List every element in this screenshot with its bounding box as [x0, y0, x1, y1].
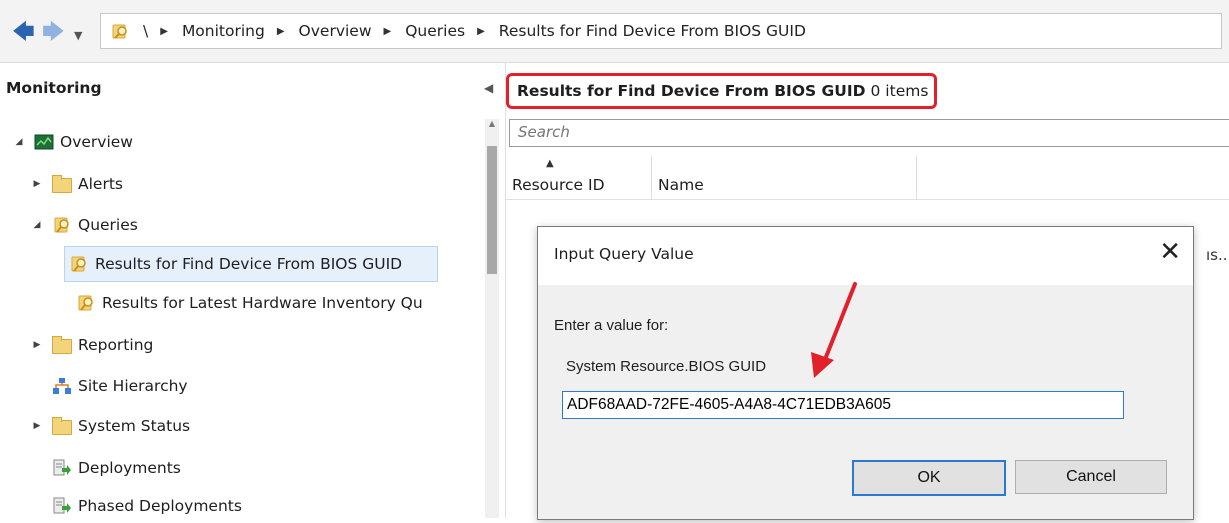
tree-item-label: System Status [78, 417, 191, 435]
scrollbar-thumb[interactable] [487, 146, 497, 274]
deployment-icon [53, 459, 71, 476]
tree-item-system-status[interactable]: ▶ System Status [30, 409, 190, 443]
tree-item-queries[interactable]: ◢ Queries [30, 208, 138, 242]
tree-item-label: Site Hierarchy [78, 377, 188, 395]
collapsed-arrow-icon[interactable]: ▶ [30, 340, 44, 350]
column-header-row: ▲ Resource ID Name [506, 156, 1229, 200]
collapsed-arrow-icon[interactable]: ▶ [30, 421, 44, 431]
bios-guid-input[interactable] [562, 391, 1124, 419]
annotation-arrow-icon [811, 282, 857, 378]
tree-item-hardware-inventory-results[interactable]: Results for Latest Hardware Inventory Qu [68, 286, 423, 320]
query-icon [78, 295, 93, 311]
collapse-pane-icon[interactable]: ◀ [484, 81, 493, 95]
truncated-text: ıs... [1206, 246, 1229, 264]
column-label: Resource ID [512, 176, 605, 194]
breadcrumb-separator-icon[interactable]: ▶ [277, 26, 285, 37]
tree-item-label: Results for Find Device From BIOS GUID [95, 255, 403, 273]
column-label: Name [658, 176, 704, 194]
dialog-prompt: Enter a value for: [554, 317, 669, 334]
tree-item-label: Alerts [78, 175, 123, 193]
expanded-arrow-icon[interactable]: ◢ [12, 137, 26, 147]
deployment-icon [53, 497, 71, 514]
navigation-toolbar: 🡄 🡆 ▼ \ ▶ Monitoring ▶ Overview ▶ Querie… [0, 0, 1229, 63]
close-icon[interactable]: ✕ [1159, 239, 1181, 265]
query-icon [54, 217, 69, 233]
search-input[interactable] [510, 120, 1118, 144]
forward-arrow-icon[interactable]: 🡆 [42, 22, 65, 44]
folder-icon [52, 336, 72, 354]
site-hierarchy-icon [53, 378, 71, 394]
search-box[interactable] [509, 119, 1229, 147]
back-arrow-icon[interactable]: 🡄 [12, 22, 35, 44]
breadcrumb-monitoring[interactable]: Monitoring [182, 22, 265, 40]
breadcrumb-root[interactable]: \ [143, 22, 148, 40]
column-name[interactable]: Name [652, 156, 917, 199]
breadcrumb-separator-icon[interactable]: ▶ [384, 26, 392, 37]
tree-item-label: Results for Latest Hardware Inventory Qu [102, 294, 423, 312]
tree-item-reporting[interactable]: ▶ Reporting [30, 328, 153, 362]
dialog-titlebar[interactable]: Input Query Value ✕ [538, 227, 1193, 285]
tree-item-label: Overview [60, 133, 133, 151]
folder-icon [52, 175, 72, 193]
tree-item-deployments[interactable]: Deployments [44, 451, 181, 485]
overview-icon [34, 134, 54, 150]
sort-ascending-icon: ▲ [546, 158, 554, 169]
folder-icon [52, 417, 72, 435]
tree-item-site-hierarchy[interactable]: Site Hierarchy [44, 369, 188, 403]
dialog-title: Input Query Value [554, 245, 694, 263]
vertical-scrollbar[interactable]: ▲ [485, 119, 499, 518]
tree-item-overview[interactable]: ◢ Overview [12, 125, 133, 159]
breadcrumb-separator-icon[interactable]: ▶ [477, 26, 485, 37]
bios-guid-label: System Resource.BIOS GUID [566, 358, 767, 375]
ok-button[interactable]: OK [852, 460, 1006, 496]
results-header: Results for Find Device From BIOS GUID 0… [506, 73, 938, 109]
history-dropdown-icon[interactable]: ▼ [74, 25, 82, 47]
tree-item-label: Deployments [78, 459, 181, 477]
tree-item-label: Reporting [78, 336, 154, 354]
breadcrumb-separator-icon[interactable]: ▶ [160, 26, 168, 37]
breadcrumb-overview[interactable]: Overview [299, 22, 372, 40]
tree-item-find-device-results[interactable]: Results for Find Device From BIOS GUID [64, 246, 438, 282]
results-count: 0 items [870, 82, 929, 100]
collapsed-arrow-icon[interactable]: ▶ [30, 179, 44, 189]
tree-item-label: Queries [78, 216, 138, 234]
query-icon [71, 256, 86, 272]
results-title: Results for Find Device From BIOS GUID [517, 82, 866, 100]
pane-title: Monitoring [6, 79, 102, 97]
breadcrumb: \ ▶ Monitoring ▶ Overview ▶ Queries ▶ Re… [100, 13, 1222, 49]
cancel-button[interactable]: Cancel [1015, 460, 1167, 494]
tree-item-alerts[interactable]: ▶ Alerts [30, 167, 123, 201]
expanded-arrow-icon[interactable]: ◢ [30, 220, 44, 230]
breadcrumb-queries[interactable]: Queries [405, 22, 465, 40]
breadcrumb-current[interactable]: Results for Find Device From BIOS GUID [499, 22, 806, 40]
tree-item-label: Phased Deployments [78, 497, 242, 515]
navigation-pane: Monitoring ◀ ▲ ◢ Overview ▶ Alerts ◢ Que… [0, 63, 500, 518]
scroll-up-icon[interactable]: ▲ [485, 119, 499, 133]
column-resource-id[interactable]: ▲ Resource ID [506, 156, 652, 199]
query-icon [112, 24, 127, 39]
